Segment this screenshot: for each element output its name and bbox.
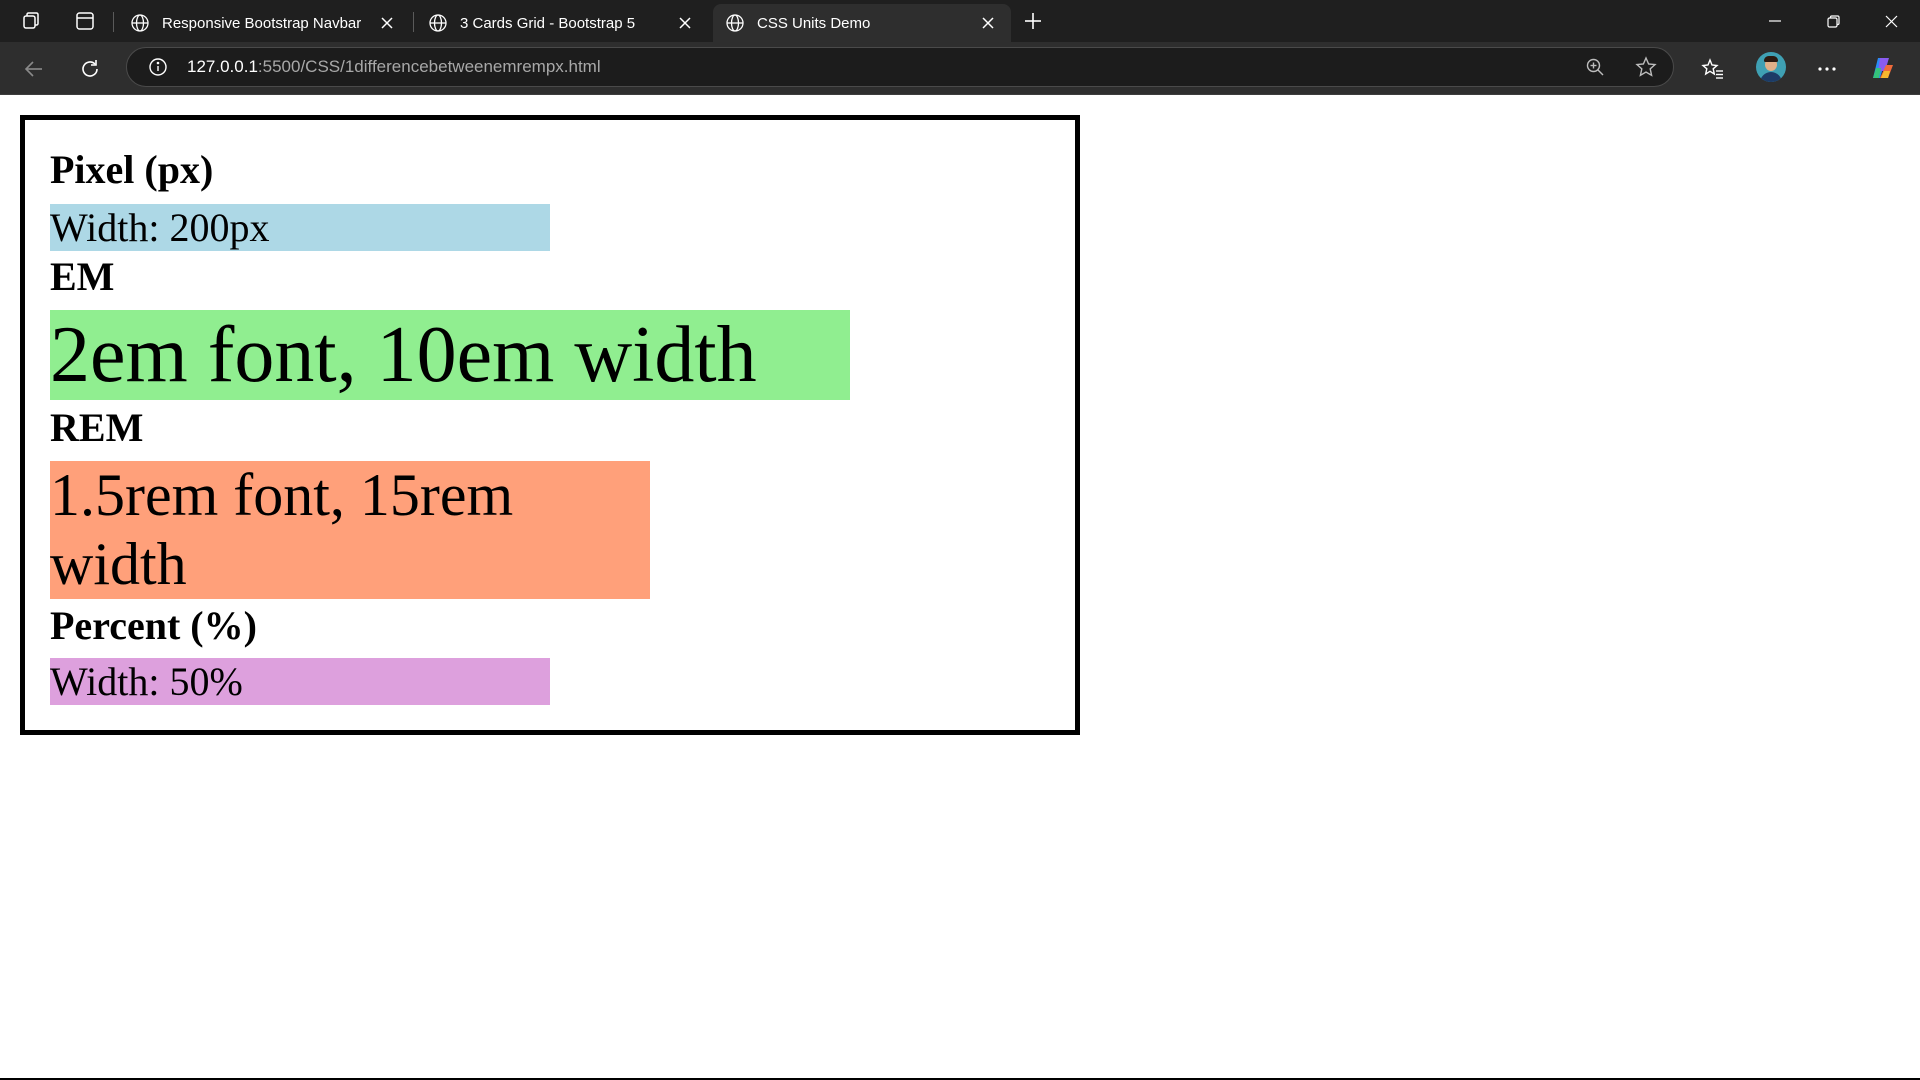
zoom-icon xyxy=(1586,58,1604,76)
close-icon xyxy=(982,17,994,29)
avatar-hair xyxy=(1764,56,1778,62)
tab-3-cards-grid[interactable]: 3 Cards Grid - Bootstrap 5 xyxy=(416,4,708,42)
tab-divider xyxy=(113,12,114,32)
favorites-button[interactable] xyxy=(1695,51,1731,87)
tab-css-units-demo[interactable]: CSS Units Demo xyxy=(713,4,1011,42)
close-icon xyxy=(1885,15,1897,27)
close-icon xyxy=(381,17,393,29)
site-info-button[interactable] xyxy=(141,50,175,84)
copilot-icon xyxy=(1873,58,1893,78)
heading-percent: Percent (%) xyxy=(50,603,257,648)
tab-title: 3 Cards Grid - Bootstrap 5 xyxy=(460,14,636,32)
url-host: 127.0.0.1 xyxy=(187,57,258,76)
percent-box-text: Width: 50% xyxy=(50,659,243,704)
tab-actions-button[interactable] xyxy=(68,5,102,37)
back-button[interactable] xyxy=(16,51,52,87)
new-tab-button[interactable] xyxy=(1016,5,1050,37)
workspaces-button[interactable] xyxy=(15,5,49,37)
more-button[interactable] xyxy=(1809,51,1845,87)
tab-divider xyxy=(413,12,414,32)
tab-close-button[interactable] xyxy=(674,12,696,34)
page-viewport: Pixel (px) Width: 200px EM 2em font, 10e… xyxy=(0,95,1920,1080)
avatar[interactable] xyxy=(1756,52,1786,82)
url-path: :5500/CSS/1differencebetweenemrempx.html xyxy=(257,57,601,76)
star-icon xyxy=(1635,56,1657,77)
url-text[interactable]: 127.0.0.1:5500/CSS/1differencebetweenemr… xyxy=(187,48,601,86)
tab-close-button[interactable] xyxy=(376,12,398,34)
vertical-tabs-icon xyxy=(76,12,94,30)
zoom-button[interactable] xyxy=(1578,50,1612,84)
plus-icon xyxy=(1025,13,1041,29)
globe-icon xyxy=(726,14,744,32)
rem-box: 1.5rem font, 15rem width xyxy=(50,461,650,599)
browser-toolbar: 127.0.0.1:5500/CSS/1differencebetweenemr… xyxy=(0,42,1920,95)
close-window-button[interactable] xyxy=(1862,0,1920,42)
ellipsis-icon xyxy=(1818,67,1836,71)
units-demo-container: Pixel (px) Width: 200px EM 2em font, 10e… xyxy=(20,115,1080,735)
avatar-shirt xyxy=(1760,72,1782,82)
minimize-icon xyxy=(1769,20,1781,22)
address-bar[interactable]: 127.0.0.1:5500/CSS/1differencebetweenemr… xyxy=(126,47,1674,87)
tab-close-button[interactable] xyxy=(977,12,999,34)
workspaces-icon xyxy=(23,12,39,29)
globe-icon xyxy=(131,14,149,32)
add-favorite-button[interactable] xyxy=(1629,50,1663,84)
heading-rem: REM xyxy=(50,405,144,450)
heading-em: EM xyxy=(50,254,115,299)
pixel-box-text: Width: 200px xyxy=(50,205,270,250)
globe-icon xyxy=(429,14,447,32)
favorites-icon xyxy=(1701,58,1723,79)
close-icon xyxy=(679,17,691,29)
copilot-button[interactable] xyxy=(1870,55,1896,81)
heading-pixel: Pixel (px) xyxy=(50,147,214,192)
refresh-button[interactable] xyxy=(72,51,108,87)
restore-button[interactable] xyxy=(1804,0,1862,42)
tab-title: Responsive Bootstrap Navbar xyxy=(162,14,362,32)
minimize-button[interactable] xyxy=(1746,0,1804,42)
pixel-box: Width: 200px xyxy=(50,204,550,251)
em-box-text: 2em font, 10em width xyxy=(50,311,757,399)
refresh-icon xyxy=(82,60,98,77)
tab-strip: Responsive Bootstrap Navbar 3 Cards Grid… xyxy=(0,0,1920,42)
tab-title: CSS Units Demo xyxy=(757,14,871,32)
restore-icon xyxy=(1826,14,1840,28)
tab-responsive-bootstrap-navbar[interactable]: Responsive Bootstrap Navbar xyxy=(118,4,410,42)
info-icon xyxy=(149,58,167,76)
em-box: 2em font, 10em width xyxy=(50,310,850,400)
back-arrow-icon xyxy=(24,61,42,77)
percent-box: Width: 50% xyxy=(50,658,550,705)
rem-box-text: 1.5rem font, 15rem width xyxy=(50,462,514,597)
